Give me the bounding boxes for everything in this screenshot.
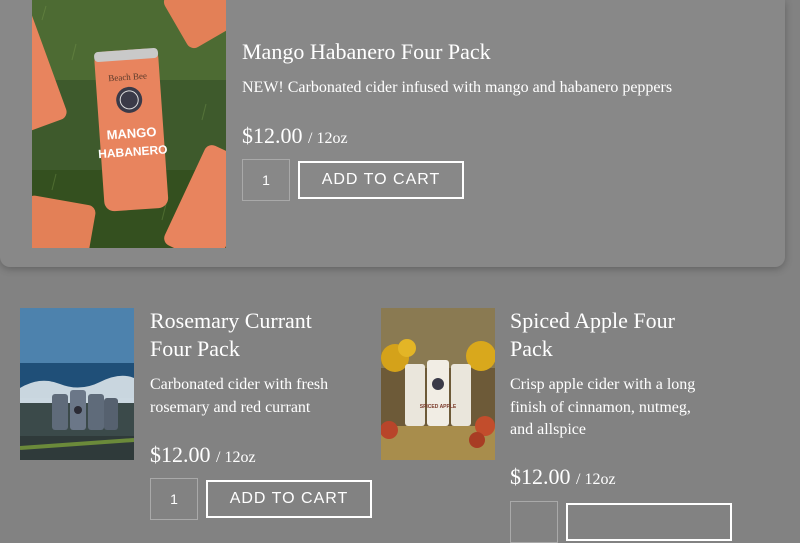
mango-habanero-image[interactable]: Beach Bee MANGO HABANERO — [32, 0, 226, 248]
can-flavor-text: SPICED APPLE — [420, 404, 457, 410]
quantity-input[interactable] — [242, 159, 290, 201]
price-value: $12.00 — [150, 442, 211, 467]
quantity-input[interactable] — [510, 501, 558, 543]
product-title[interactable]: Rosemary Currant Four Pack — [150, 307, 350, 363]
product-title[interactable]: Spiced Apple Four Pack — [510, 307, 710, 363]
product-price: $12.00 / 12oz — [150, 442, 256, 468]
price-unit: / 12oz — [576, 471, 616, 488]
price-value: $12.00 — [242, 123, 303, 148]
product-description: NEW! Carbonated cider infused with mango… — [242, 79, 673, 96]
product-description: Crisp apple cider with a long finish of … — [510, 376, 696, 438]
product-title[interactable]: Mango Habanero Four Pack — [242, 38, 491, 66]
add-to-cart-button[interactable]: Add to cart — [206, 480, 372, 518]
add-to-cart-button[interactable]: Add to cart — [298, 161, 464, 199]
price-unit: / 12oz — [216, 449, 256, 466]
price-value: $12.00 — [510, 464, 571, 489]
price-unit: / 12oz — [308, 130, 348, 147]
featured-product-card: Beach Bee MANGO HABANERO Mango Habanero … — [0, 0, 785, 267]
spiced-apple-image[interactable]: SPICED APPLE — [381, 308, 495, 460]
product-price: $12.00 / 12oz — [510, 464, 616, 490]
quantity-input[interactable] — [150, 478, 198, 520]
product-price: $12.00 / 12oz — [242, 123, 348, 149]
product-description: Carbonated cider with fresh rosemary and… — [150, 376, 329, 416]
rosemary-currant-image[interactable] — [20, 308, 134, 460]
add-to-cart-button[interactable] — [566, 503, 732, 541]
